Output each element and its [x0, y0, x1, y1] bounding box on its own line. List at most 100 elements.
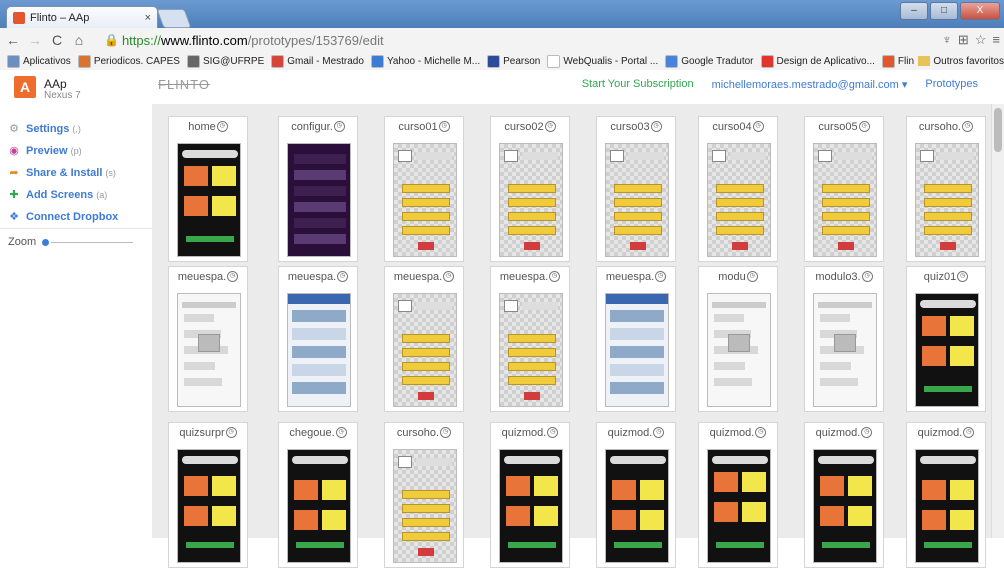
screen-thumbnail[interactable]	[707, 143, 771, 257]
new-tab-button[interactable]	[156, 9, 192, 28]
screen-card[interactable]: meuespa. ◷	[490, 266, 570, 412]
screen-card[interactable]: curso04 ◷	[698, 116, 778, 262]
bookmark-item[interactable]: Google Tradutor	[665, 54, 754, 68]
bookmark-item[interactable]: WebQualis - Portal ...	[547, 54, 658, 68]
screen-label[interactable]: quizmod. ◷	[809, 427, 879, 439]
screen-label[interactable]: chegoue. ◷	[283, 427, 353, 439]
bookmark-item[interactable]: Gmail - Mestrado	[271, 54, 364, 68]
screen-thumbnail[interactable]	[915, 143, 979, 257]
clock-icon[interactable]: ◷	[861, 427, 873, 438]
screen-thumbnail[interactable]	[393, 143, 457, 257]
zoom-slider-track[interactable]	[51, 241, 134, 243]
screen-thumbnail[interactable]	[707, 293, 771, 407]
star-icon[interactable]: ☆	[975, 32, 987, 48]
screen-label[interactable]: modu ◷	[703, 271, 773, 283]
screen-thumbnail[interactable]	[499, 449, 563, 563]
clock-icon[interactable]: ◷	[755, 427, 767, 438]
screen-label[interactable]: quiz01 ◷	[911, 271, 981, 283]
screen-label[interactable]: curso01 ◷	[389, 121, 459, 133]
bookmark-item[interactable]: Aplicativos	[7, 54, 71, 68]
screen-thumbnail[interactable]	[177, 143, 241, 257]
clock-icon[interactable]: ◷	[440, 427, 452, 438]
sidebar-item-share-install[interactable]: ➦ Share & Install (s)	[8, 162, 118, 184]
screen-thumbnail[interactable]	[287, 293, 351, 407]
browser-tab[interactable]: Flinto – AAp ×	[6, 6, 158, 28]
screen-card[interactable]: home ◷	[168, 116, 248, 262]
screen-thumbnail[interactable]	[393, 449, 457, 563]
maximize-button[interactable]: □	[930, 2, 958, 20]
screen-thumbnail[interactable]	[813, 143, 877, 257]
clock-icon[interactable]: ◷	[216, 121, 228, 132]
clock-icon[interactable]: ◷	[858, 121, 870, 132]
sidebar-item-connect-dropbox[interactable]: ❖ Connect Dropbox	[8, 206, 118, 228]
tab-close-icon[interactable]: ×	[145, 12, 151, 24]
screen-card[interactable]: cursoho. ◷	[906, 116, 986, 262]
screen-card[interactable]: modu ◷	[698, 266, 778, 412]
home-icon[interactable]: ⌂	[70, 32, 88, 48]
clock-icon[interactable]: ◷	[225, 427, 237, 438]
start-subscription-link[interactable]: Start Your Subscription	[582, 78, 694, 91]
screen-thumbnail[interactable]	[605, 143, 669, 257]
screen-thumbnail[interactable]	[177, 293, 241, 407]
bookmark-item[interactable]: Design de Aplicativo...	[760, 54, 875, 68]
clock-icon[interactable]: ◷	[752, 121, 764, 132]
screen-label[interactable]: quizsurpr ◷	[173, 427, 243, 439]
screen-card[interactable]: cursoho. ◷	[384, 422, 464, 568]
clock-icon[interactable]: ◷	[746, 271, 758, 282]
screen-label[interactable]: cursoho. ◷	[389, 427, 459, 439]
screen-thumbnail[interactable]	[707, 449, 771, 563]
bookmark-item[interactable]: Pearson	[487, 54, 540, 68]
screen-card[interactable]: curso05 ◷	[804, 116, 884, 262]
screen-thumbnail[interactable]	[287, 449, 351, 563]
screen-label[interactable]: curso04 ◷	[703, 121, 773, 133]
bookmark-item[interactable]: Yahoo - Michelle M...	[370, 54, 480, 68]
extension-icon[interactable]: ♆	[942, 32, 952, 48]
screen-thumbnail[interactable]	[813, 449, 877, 563]
screen-label[interactable]: curso02 ◷	[495, 121, 565, 133]
screen-label[interactable]: modulo3. ◷	[809, 271, 879, 283]
forward-arrow-icon[interactable]: →	[26, 32, 44, 48]
clock-icon[interactable]: ◷	[547, 427, 559, 438]
screen-label[interactable]: cursoho. ◷	[911, 121, 981, 133]
clock-icon[interactable]: ◷	[650, 121, 662, 132]
screen-card[interactable]: curso03 ◷	[596, 116, 676, 262]
screen-label[interactable]: configur. ◷	[283, 121, 353, 133]
clock-icon[interactable]: ◷	[438, 121, 450, 132]
scrollbar[interactable]	[991, 104, 1004, 538]
clock-icon[interactable]: ◷	[333, 121, 345, 132]
clock-icon[interactable]: ◷	[962, 121, 974, 132]
screen-thumbnail[interactable]	[499, 143, 563, 257]
screen-thumbnail[interactable]	[177, 449, 241, 563]
screen-card[interactable]: meuespa. ◷	[596, 266, 676, 412]
bookmark-item[interactable]: Periodicos. CAPES	[77, 54, 180, 68]
clock-icon[interactable]: ◷	[335, 427, 347, 438]
screen-label[interactable]: meuespa. ◷	[601, 271, 671, 283]
screen-card[interactable]: quizmod. ◷	[804, 422, 884, 568]
screen-card[interactable]: curso02 ◷	[490, 116, 570, 262]
screen-card[interactable]: quizmod. ◷	[490, 422, 570, 568]
app-icon[interactable]: A	[14, 76, 36, 98]
prototypes-link[interactable]: Prototypes	[925, 78, 978, 91]
screen-thumbnail[interactable]	[287, 143, 351, 257]
screen-label[interactable]: curso03 ◷	[601, 121, 671, 133]
screen-thumbnail[interactable]	[813, 293, 877, 407]
scrollbar-thumb[interactable]	[994, 108, 1002, 152]
screen-thumbnail[interactable]	[605, 293, 669, 407]
screen-label[interactable]: home ◷	[173, 121, 243, 133]
clock-icon[interactable]: ◷	[957, 271, 969, 282]
flinto-logo[interactable]: FLINTO	[158, 77, 210, 92]
bookmark-item[interactable]: SIG@UFRPE	[186, 54, 264, 68]
translate-icon[interactable]: ⊞	[958, 32, 969, 48]
sidebar-item-add-screens[interactable]: ✚ Add Screens (a)	[8, 184, 118, 206]
screen-label[interactable]: meuespa. ◷	[389, 271, 459, 283]
screen-card[interactable]: quizsurpr ◷	[168, 422, 248, 568]
screen-card[interactable]: curso01 ◷	[384, 116, 464, 262]
back-arrow-icon[interactable]: ←	[4, 32, 22, 48]
app-name[interactable]: AAp	[44, 77, 67, 91]
sidebar-item-preview[interactable]: ◉ Preview (p)	[8, 140, 118, 162]
screen-card[interactable]: modulo3. ◷	[804, 266, 884, 412]
reload-icon[interactable]: C	[48, 32, 66, 48]
screen-thumbnail[interactable]	[499, 293, 563, 407]
minimize-button[interactable]: –	[900, 2, 928, 20]
screen-label[interactable]: curso05 ◷	[809, 121, 879, 133]
